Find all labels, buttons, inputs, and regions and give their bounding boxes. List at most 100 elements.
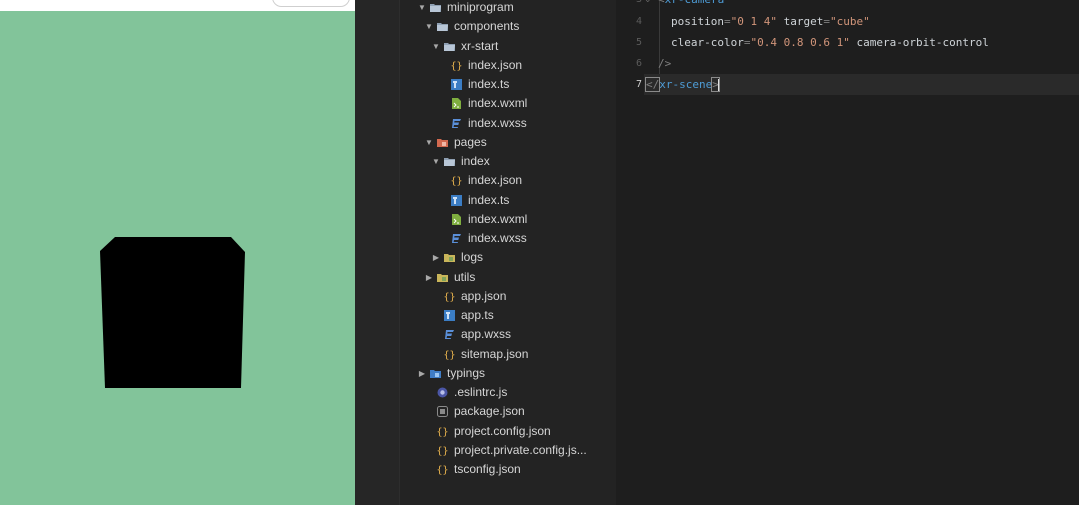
tree-file-row[interactable]: .eslintrc.js [355,383,616,402]
tree-item-label: package.json [454,404,525,419]
tree-item-label: components [454,19,520,34]
tree-file-row[interactable]: package.json [355,402,616,421]
tree-folder-row[interactable]: ▼ pages [355,133,616,152]
code-line-4[interactable]: position="0 1 4" target="cube" [671,11,870,32]
chevron-right-icon[interactable]: ▶ [431,248,441,267]
chevron-down-icon[interactable]: ▼ [431,152,441,171]
tree-file-row[interactable]: {} sitemap.json [355,345,616,364]
tree-file-row[interactable]: {} index.json [355,56,616,75]
line-number: 6 [635,58,642,69]
tree-item-label: project.config.json [454,423,551,438]
code-token-tag: xr-camera [665,0,725,6]
bracket-match-open: </ [644,77,661,92]
typescript-file-icon [443,309,456,322]
svg-text:{}: {} [436,465,448,476]
tree-file-row[interactable]: app.wxss [355,325,616,344]
tree-item-label: index.wxml [468,211,528,226]
chevron-right-icon[interactable]: ▶ [424,268,434,287]
line-number: 3 [616,0,642,10]
folder-open-icon [429,1,442,14]
tree-folder-row[interactable]: ▼ miniprogram [355,0,616,17]
tree-item-label: logs [461,250,484,265]
wxss-file-icon [450,232,463,245]
json-file-icon: {} [436,425,449,438]
tree-file-row[interactable]: {} tsconfig.json [355,460,616,479]
code-line-6[interactable]: /> [658,53,671,74]
fold-chevron-icon[interactable]: ⌄ [644,0,654,10]
code-line-5[interactable]: clear-color="0.4 0.8 0.6 1" camera-orbit… [671,32,989,53]
tree-item-label: index.ts [468,77,510,91]
simulator-viewport[interactable] [0,0,355,505]
tree-file-row[interactable]: {} app.json [355,287,616,306]
code-token: < [658,0,665,6]
tree-file-row[interactable]: index.wxss [355,229,616,248]
tree-item-label: app.ts [461,308,494,322]
code-token-attr: position [671,15,724,28]
code-token-string: "0.4 0.8 0.6 1" [750,36,850,49]
eslint-file-icon [436,386,449,399]
tree-item-label: index.wxss [468,231,527,245]
wxml-file-icon [450,213,463,226]
tree-item-label: index [461,154,490,168]
tree-folder-row[interactable]: ▼ xr-start [355,37,616,56]
code-line-7[interactable]: </xr-scene> [644,74,720,95]
svg-text:{}: {} [450,61,462,72]
tree-file-row[interactable]: index.wxml [355,210,616,229]
code-token-attr: clear-color [671,36,744,49]
svg-text:{}: {} [450,176,462,187]
line-number-gutter: 3 4 5 6 7 [616,0,642,505]
svg-text:{}: {} [436,446,448,457]
tree-item-label: app.wxss [461,327,512,342]
chevron-down-icon[interactable]: ▼ [417,0,427,17]
tree-file-row[interactable]: index.wxml [355,94,616,113]
code-line-3[interactable]: <xr-camera [658,0,724,10]
package-file-icon [436,405,449,418]
file-explorer: ▼ miniprogram ▼ components ▼ xr-start {} index.… [355,0,616,505]
tree-folder-row[interactable]: ▶ logs [355,248,616,267]
tree-folder-row[interactable]: ▶ typings [355,364,616,383]
tree-file-row[interactable]: {} index.json [355,171,616,190]
tree-item-label: xr-start [461,38,499,53]
tree-item-label: project.private.config.js... [454,442,587,457]
chevron-down-icon[interactable]: ▼ [431,37,441,56]
code-token-attr: target [783,15,824,28]
tree-file-row[interactable]: {} project.private.config.js... [355,441,616,460]
code-editor[interactable]: ⌄ 3 4 5 6 7 <xr-camera position="0 1 4" … [616,0,1079,505]
line-number-active: 7 [635,79,642,90]
tree-file-row[interactable]: index.wxss [355,114,616,133]
json-file-icon: {} [436,444,449,457]
code-token: /> [658,57,672,70]
tree-folder-row[interactable]: ▶ utils [355,268,616,287]
tree-item-label: .eslintrc.js [454,385,508,399]
tree-item-label: typings [447,365,486,380]
tree-folder-row[interactable]: ▼ components [355,17,616,36]
cube-shape [100,237,245,388]
tree-item-label: miniprogram [447,0,514,14]
tree-file-row[interactable]: index.ts [355,191,616,210]
tree-item-label: index.wxml [468,96,528,111]
text-cursor [717,78,719,92]
tree-file-row[interactable]: {} project.config.json [355,422,616,441]
json-file-icon: {} [450,174,463,187]
code-token: = [823,15,830,28]
wxss-file-icon [443,328,456,341]
chevron-down-icon[interactable]: ▼ [424,133,434,152]
code-token: = [723,15,731,28]
chevron-right-icon[interactable]: ▶ [417,364,427,383]
folder-open-icon [436,20,449,33]
wxss-file-icon [450,117,463,130]
typescript-file-icon [450,194,463,207]
tree-file-row[interactable]: index.ts [355,75,616,94]
chevron-down-icon[interactable]: ▼ [424,17,434,36]
tree-file-row[interactable]: app.ts [355,306,616,325]
tree-item-label: index.json [468,173,523,188]
typings-folder-icon [429,367,442,380]
cube-3d-render[interactable] [0,0,355,505]
tree-item-label: tsconfig.json [454,462,521,476]
tree-item-label: app.json [461,288,507,303]
svg-text:{}: {} [443,350,455,361]
json-file-icon: {} [436,463,449,476]
tree-folder-row[interactable]: ▼ index [355,152,616,171]
folder-open-icon [443,40,456,53]
folder-icon [436,271,449,284]
